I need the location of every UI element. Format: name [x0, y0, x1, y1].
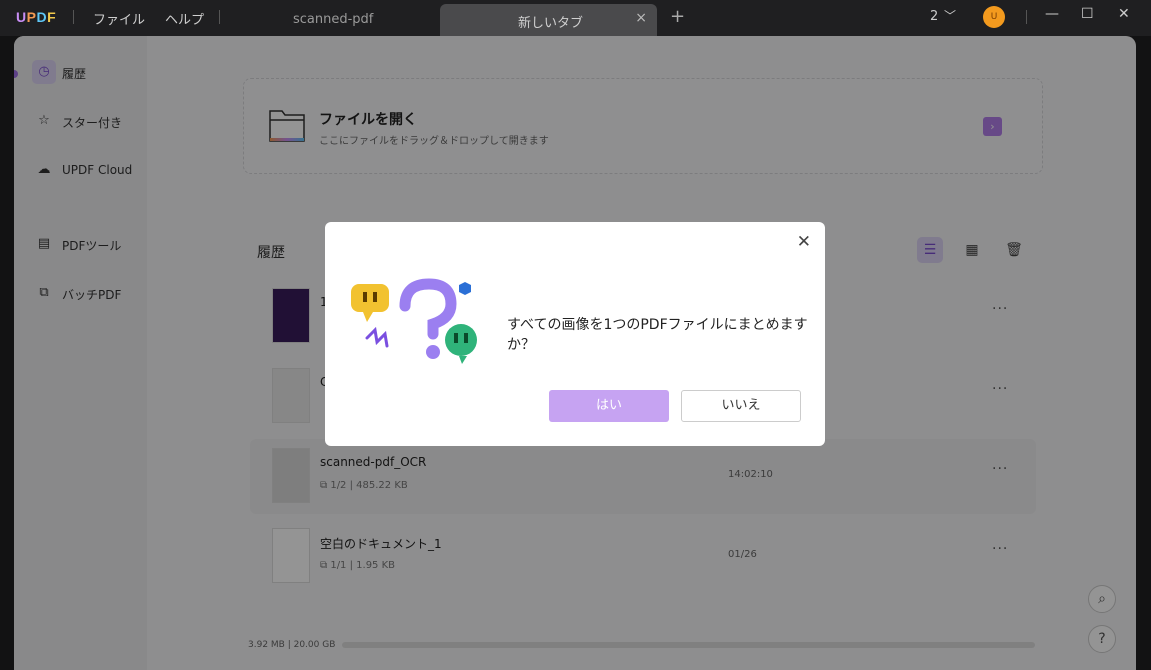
tab-new[interactable]: 新しいタブ ×: [440, 4, 657, 36]
new-tab-button[interactable]: +: [670, 6, 685, 27]
dialog-message: すべての画像を1つのPDFファイルにまとめますか？: [507, 317, 808, 353]
page-count[interactable]: 2: [930, 9, 938, 24]
question-illustration-icon: [351, 278, 477, 364]
menu-help[interactable]: ヘルプ: [165, 9, 204, 28]
title-bar: UPDF ファイル ヘルプ scanned-pdf 新しいタブ × + 2 ﹀ …: [0, 0, 1151, 36]
avatar[interactable]: U: [983, 6, 1005, 28]
tab-label: scanned-pdf: [293, 12, 374, 27]
close-icon[interactable]: ×: [635, 10, 647, 26]
close-window-button[interactable]: ✕: [1118, 6, 1130, 22]
close-icon[interactable]: ✕: [797, 232, 811, 252]
divider: [1026, 10, 1027, 24]
yes-button[interactable]: はい: [549, 390, 669, 422]
no-button[interactable]: いいえ: [681, 390, 801, 422]
menu-file[interactable]: ファイル: [93, 9, 145, 28]
tab-label: 新しいタブ: [518, 16, 584, 31]
divider: [73, 10, 74, 24]
chevron-down-icon[interactable]: ﹀: [944, 7, 956, 24]
tab-scanned-pdf[interactable]: scanned-pdf: [260, 4, 430, 36]
divider: [219, 10, 220, 24]
maximize-button[interactable]: ☐: [1081, 6, 1094, 22]
updf-logo: UPDF: [16, 9, 57, 25]
minimize-button[interactable]: —: [1045, 6, 1059, 22]
confirm-dialog: ✕ すべての画像を1つのPDFファイルにまとめますか？ はい いいえ: [325, 222, 825, 446]
